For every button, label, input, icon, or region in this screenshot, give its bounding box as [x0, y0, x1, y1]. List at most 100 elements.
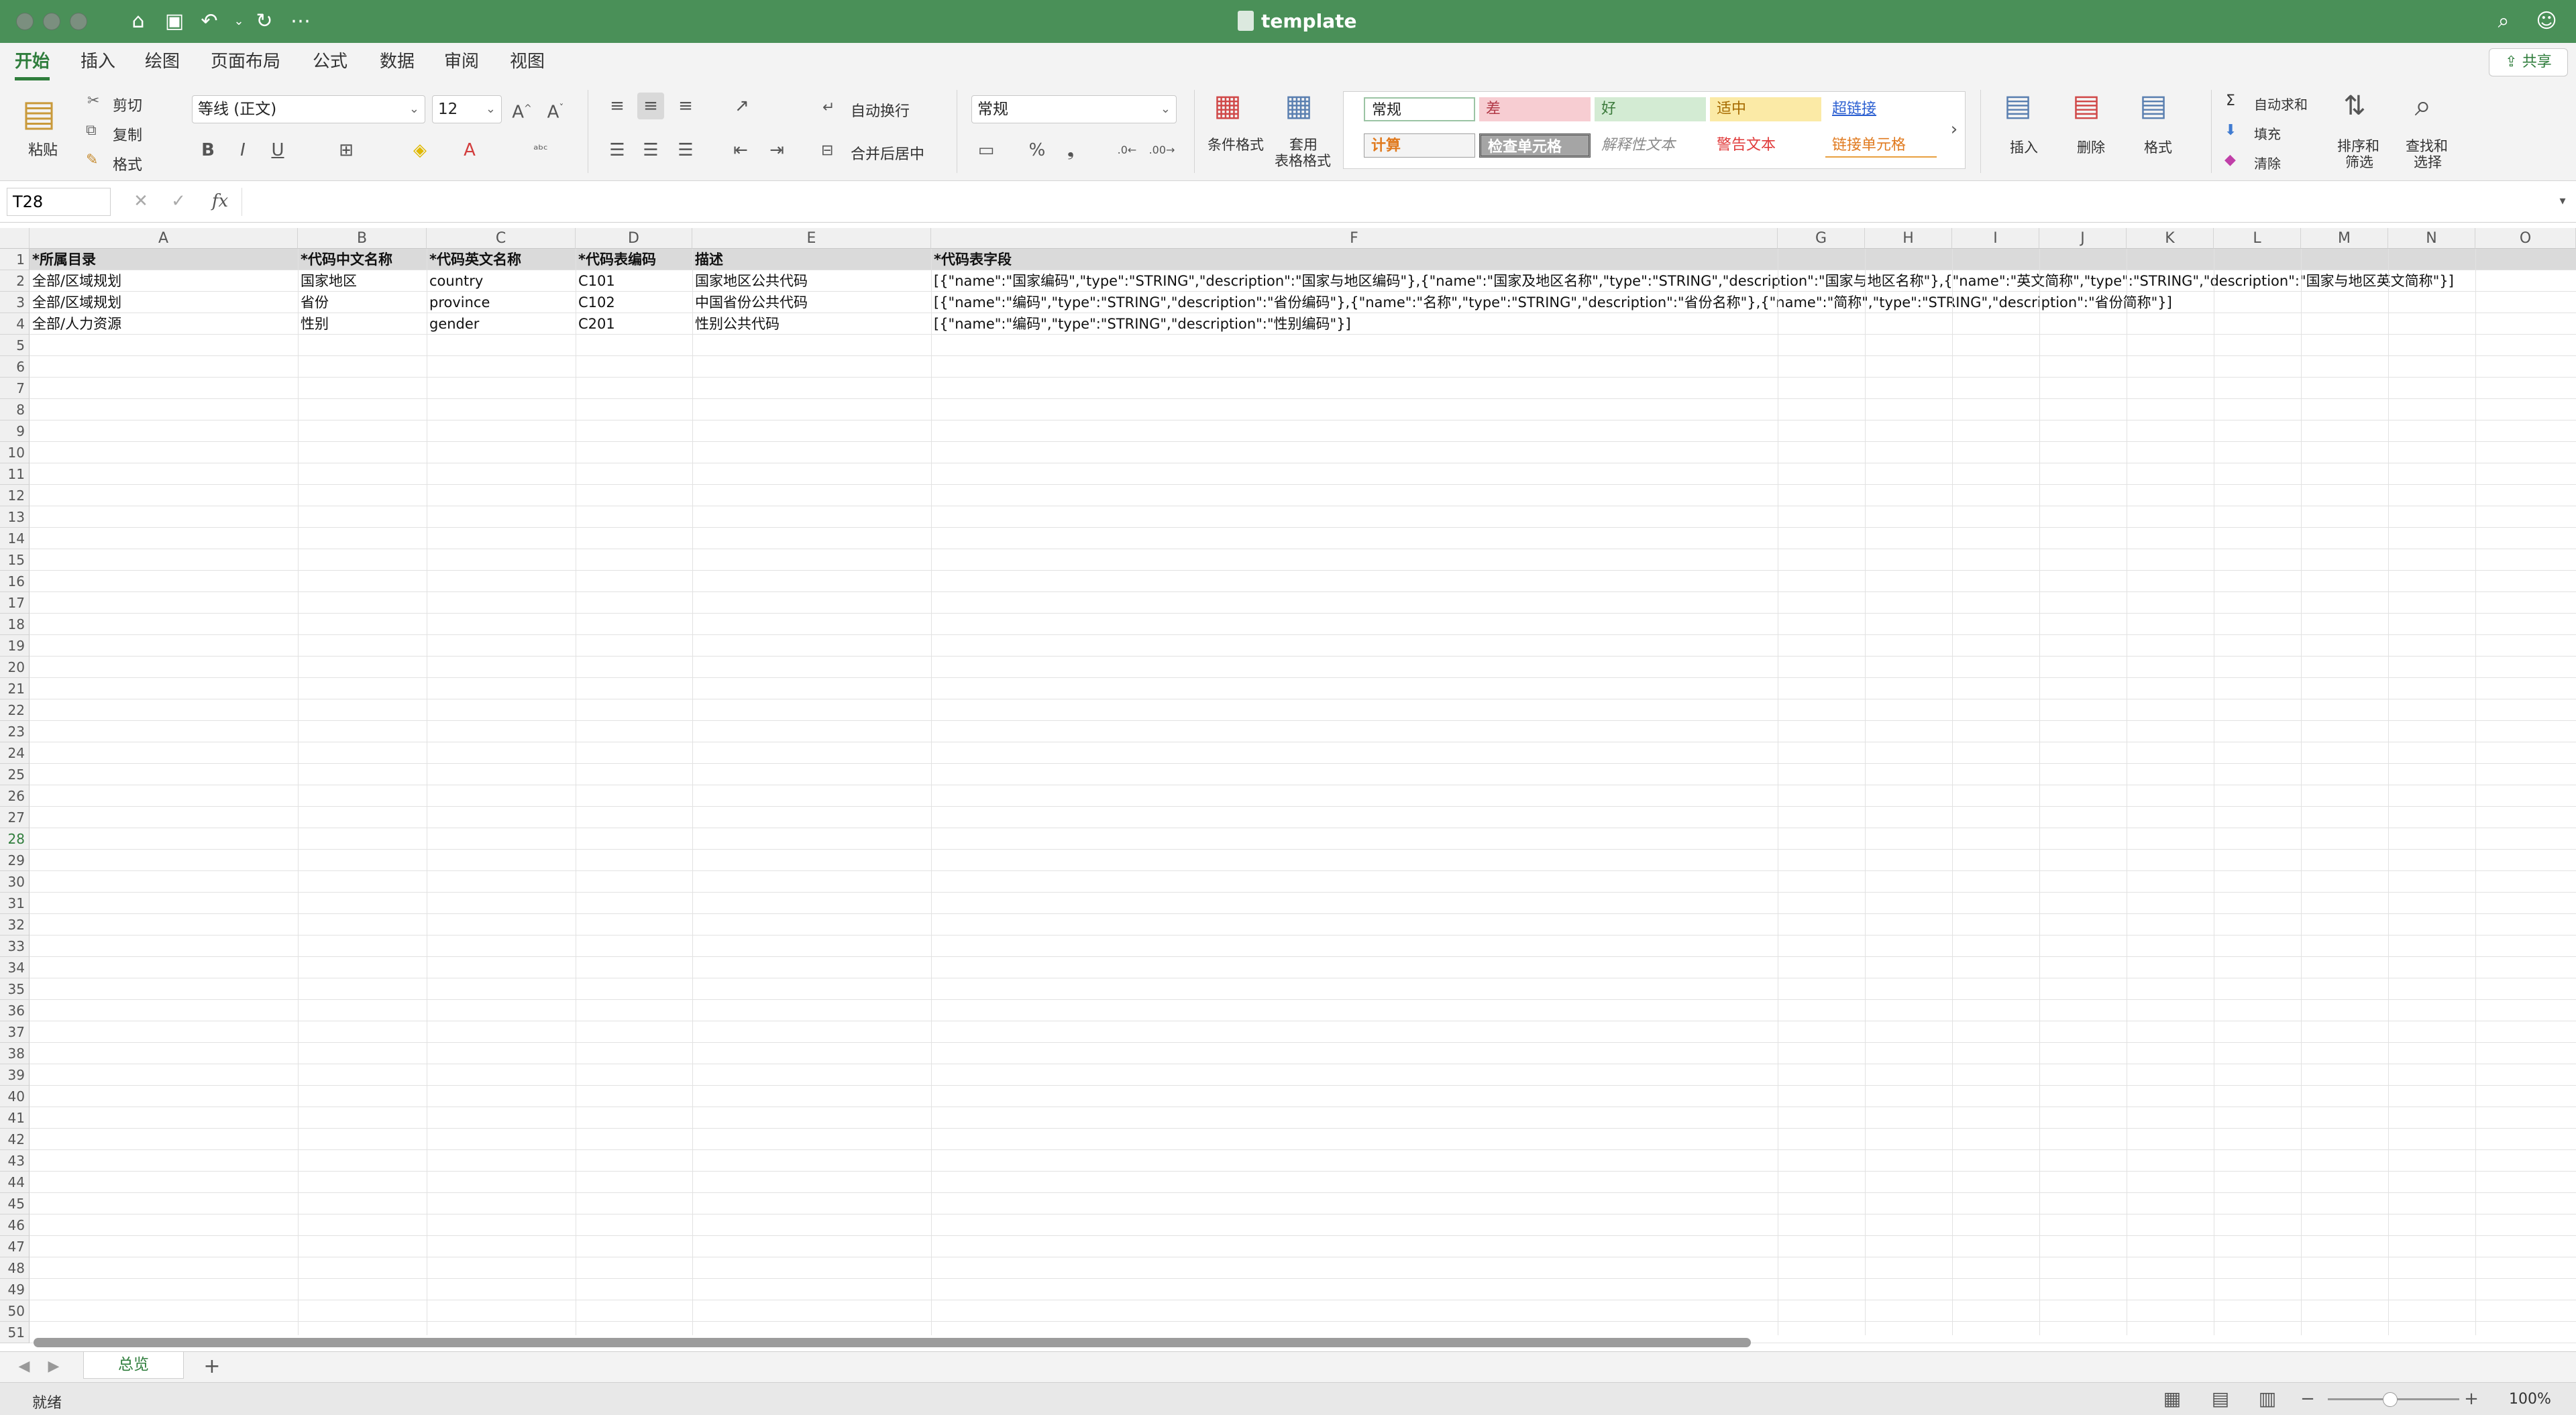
tab-page-layout[interactable]: 页面布局 [211, 43, 280, 80]
row-header-4[interactable]: 4 [0, 313, 30, 335]
close-window-button[interactable] [16, 13, 34, 30]
number-format-select[interactable]: 常规 ⌄ [971, 95, 1177, 123]
row-header-10[interactable]: 10 [0, 442, 30, 463]
home-icon[interactable]: ⌂ [125, 8, 152, 35]
column-header-b[interactable]: B [298, 228, 427, 249]
row-header-12[interactable]: 12 [0, 485, 30, 506]
row-header-37[interactable]: 37 [0, 1021, 30, 1043]
row-header-29[interactable]: 29 [0, 850, 30, 871]
delete-cells-button[interactable]: 删除 [2077, 139, 2105, 156]
undo-icon[interactable]: ↶ [196, 8, 223, 35]
find-select-label-1[interactable]: 查找和 [2406, 138, 2448, 155]
tab-review[interactable]: 审阅 [444, 43, 479, 80]
row-header-41[interactable]: 41 [0, 1107, 30, 1129]
font-size-select[interactable]: 12 ⌄ [432, 95, 502, 123]
style-warning[interactable]: 警告文本 [1710, 133, 1821, 158]
style-hyperlink[interactable]: 超链接 [1825, 97, 1937, 121]
add-sheet-icon[interactable]: + [199, 1353, 225, 1380]
align-bottom-icon[interactable]: ≡ [672, 93, 699, 119]
style-neutral[interactable]: 适中 [1710, 97, 1821, 121]
row-header-36[interactable]: 36 [0, 1000, 30, 1021]
row-header-34[interactable]: 34 [0, 957, 30, 978]
row-header-24[interactable]: 24 [0, 742, 30, 764]
insert-cells-button[interactable]: 插入 [2010, 139, 2038, 156]
data-cell[interactable]: 性别 [298, 313, 329, 335]
normal-view-icon[interactable]: ▦ [2159, 1385, 2186, 1412]
row-header-17[interactable]: 17 [0, 592, 30, 614]
zoom-level[interactable]: 100% [2509, 1391, 2551, 1408]
column-header-g[interactable]: G [1778, 228, 1865, 249]
prev-sheet-icon[interactable]: ◀ [11, 1353, 38, 1380]
data-cell[interactable]: 国家地区公共代码 [692, 270, 808, 292]
font-name-select[interactable]: 等线 (正文) ⌄ [192, 95, 425, 123]
minimize-window-button[interactable] [43, 13, 60, 30]
zoom-out-icon[interactable]: − [2294, 1385, 2321, 1412]
sort-filter-label-1[interactable]: 排序和 [2337, 138, 2379, 155]
column-header-e[interactable]: E [692, 228, 931, 249]
row-header-14[interactable]: 14 [0, 528, 30, 549]
style-explanatory[interactable]: 解释性文本 [1595, 133, 1706, 158]
align-top-icon[interactable]: ≡ [604, 93, 631, 119]
column-header-c[interactable]: C [427, 228, 576, 249]
row-header-25[interactable]: 25 [0, 764, 30, 785]
underline-button[interactable]: U [264, 137, 291, 164]
align-center-icon[interactable]: ☰ [637, 137, 664, 164]
undo-dropdown-icon[interactable]: ⌄ [225, 8, 252, 35]
column-title-cell[interactable]: *代码表编码 [576, 249, 656, 270]
table-format-icon[interactable]: ▦ [1279, 91, 1319, 130]
data-cell[interactable]: 国家地区 [298, 270, 357, 292]
name-box[interactable]: T28 [7, 188, 111, 216]
borders-icon[interactable]: ⊞ [333, 137, 360, 164]
style-calculation[interactable]: 计算 [1364, 133, 1475, 158]
row-header-22[interactable]: 22 [0, 699, 30, 721]
account-icon[interactable]: ☺ [2533, 8, 2560, 35]
redo-icon[interactable]: ↻ [251, 8, 278, 35]
table-format-label-2[interactable]: 表格格式 [1275, 153, 1331, 170]
page-break-view-icon[interactable]: ▥ [2254, 1385, 2281, 1412]
confirm-icon[interactable]: ✓ [165, 188, 192, 215]
data-cell[interactable]: [{"name":"编码","type":"STRING","descripti… [931, 292, 2172, 313]
row-header-27[interactable]: 27 [0, 807, 30, 828]
next-sheet-icon[interactable]: ▶ [40, 1353, 67, 1380]
row-header-28[interactable]: 28 [0, 828, 30, 850]
column-header-f[interactable]: F [931, 228, 1778, 249]
align-right-icon[interactable]: ☰ [672, 137, 699, 164]
data-cell[interactable]: 省份 [298, 292, 329, 313]
find-select-label-2[interactable]: 选择 [2414, 154, 2442, 171]
fill-button[interactable]: 填充 [2254, 123, 2281, 143]
increase-font-icon[interactable]: A^ [508, 95, 535, 123]
paste-label[interactable]: 粘贴 [28, 138, 58, 160]
percent-icon[interactable]: % [1024, 137, 1051, 164]
align-left-icon[interactable]: ☰ [604, 137, 631, 164]
data-cell[interactable]: [{"name":"国家编码","type":"STRING","descrip… [931, 270, 2454, 292]
row-header-32[interactable]: 32 [0, 914, 30, 936]
phonetic-icon[interactable]: ᵃᵇᶜ [527, 137, 554, 164]
copy-button[interactable]: 复制 [113, 123, 142, 145]
column-header-d[interactable]: D [576, 228, 692, 249]
row-header-44[interactable]: 44 [0, 1172, 30, 1193]
row-header-30[interactable]: 30 [0, 871, 30, 893]
row-header-21[interactable]: 21 [0, 678, 30, 699]
page-layout-view-icon[interactable]: ▤ [2207, 1385, 2234, 1412]
fill-color-icon[interactable]: ◈ [407, 137, 433, 164]
data-cell[interactable]: 性别公共代码 [692, 313, 780, 335]
decrease-indent-icon[interactable]: ⇤ [727, 137, 754, 164]
more-icon[interactable]: ⋯ [287, 8, 314, 35]
align-middle-icon[interactable]: ≡ [637, 93, 664, 119]
data-cell[interactable]: 中国省份公共代码 [692, 292, 808, 313]
chevron-right-icon[interactable]: › [1945, 116, 1964, 143]
row-header-1[interactable]: 1 [0, 249, 30, 270]
italic-button[interactable]: I [229, 137, 256, 164]
row-header-9[interactable]: 9 [0, 420, 30, 442]
row-header-8[interactable]: 8 [0, 399, 30, 420]
column-header-a[interactable]: A [30, 228, 298, 249]
data-cell[interactable]: country [427, 270, 483, 292]
data-cell[interactable]: province [427, 292, 490, 313]
decrease-font-icon[interactable]: Aˇ [542, 95, 569, 123]
horizontal-scrollbar[interactable] [34, 1338, 1751, 1347]
tab-draw[interactable]: 绘图 [145, 43, 180, 80]
wrap-text-button[interactable]: 自动换行 [851, 99, 910, 121]
column-header-j[interactable]: J [2039, 228, 2127, 249]
save-icon[interactable]: ▣ [161, 8, 188, 35]
merge-center-button[interactable]: 合并后居中 [851, 142, 924, 164]
